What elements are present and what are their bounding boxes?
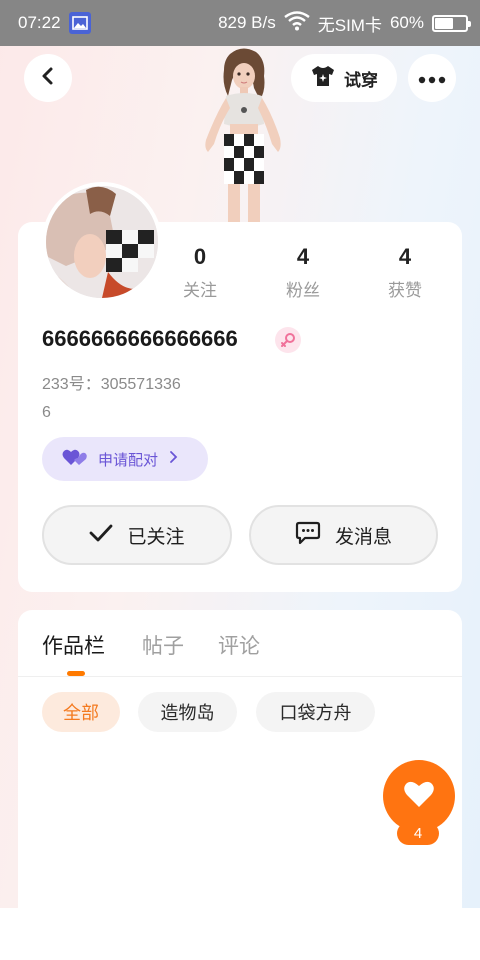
tshirt-icon [310, 65, 336, 92]
pair-request-label: 申请配对 [98, 450, 159, 469]
pair-request-button[interactable]: 申请配对 [42, 437, 208, 481]
battery-percent: 60% [389, 13, 424, 32]
message-button[interactable]: 发消息 [249, 505, 438, 565]
stat-likes[interactable]: 4 获赞 [365, 244, 445, 301]
wifi-icon [284, 10, 310, 36]
avatar-3d-figure [184, 44, 300, 224]
back-button[interactable] [24, 54, 72, 102]
try-on-label: 试穿 [344, 70, 378, 91]
stat-following[interactable]: 0 关注 [160, 244, 240, 301]
likes-label: 获赞 [388, 281, 422, 301]
following-button-label: 已关注 [127, 525, 185, 548]
like-count-badge: 4 [397, 822, 439, 845]
tab-comments[interactable]: 评论 [218, 630, 260, 660]
try-on-button[interactable]: 试穿 [291, 54, 397, 102]
user-bio: 6 [42, 404, 51, 421]
status-bar: 07:22 829 B/s 无SIM卡 60% [0, 0, 480, 46]
filter-pocket-ark[interactable]: 口袋方舟 [256, 692, 375, 732]
following-count: 0 [193, 244, 207, 269]
followers-count: 4 [296, 244, 310, 269]
sim-status: 无SIM卡 [317, 15, 382, 35]
following-button[interactable]: 已关注 [42, 505, 232, 565]
gallery-notification-icon [68, 12, 91, 34]
filter-all[interactable]: 全部 [42, 692, 120, 732]
more-dots-icon [418, 69, 446, 88]
status-time: 07:22 [18, 13, 61, 32]
more-button[interactable] [408, 54, 456, 102]
filter-creation-island[interactable]: 造物岛 [138, 692, 237, 732]
heart-pair-icon [62, 448, 88, 470]
likes-count: 4 [398, 244, 412, 269]
user-id-label: 233号： [42, 376, 101, 393]
battery-fill [435, 17, 453, 29]
message-button-label: 发消息 [334, 525, 392, 548]
battery-icon [432, 14, 471, 32]
chat-bubble-icon [295, 521, 321, 550]
heart-icon [403, 780, 435, 812]
following-label: 关注 [183, 281, 217, 301]
followers-label: 粉丝 [286, 281, 320, 301]
tab-works[interactable]: 作品栏 [42, 630, 105, 660]
tab-posts[interactable]: 帖子 [142, 630, 184, 660]
female-gender-icon [275, 327, 301, 353]
user-id-value: 305571336 [100, 376, 181, 393]
username: 6666666666666666 [42, 326, 238, 351]
tab-divider [18, 676, 462, 677]
chevron-right-icon [168, 450, 178, 468]
network-speed: 829 B/s [218, 13, 276, 32]
chevron-left-icon [38, 66, 58, 90]
checkmark-icon [89, 523, 113, 548]
user-id: 233号：305571336 [42, 370, 181, 394]
status-right: 829 B/s 无SIM卡 60% [218, 10, 471, 36]
profile-avatar[interactable] [42, 182, 162, 302]
stat-followers[interactable]: 4 粉丝 [263, 244, 343, 301]
